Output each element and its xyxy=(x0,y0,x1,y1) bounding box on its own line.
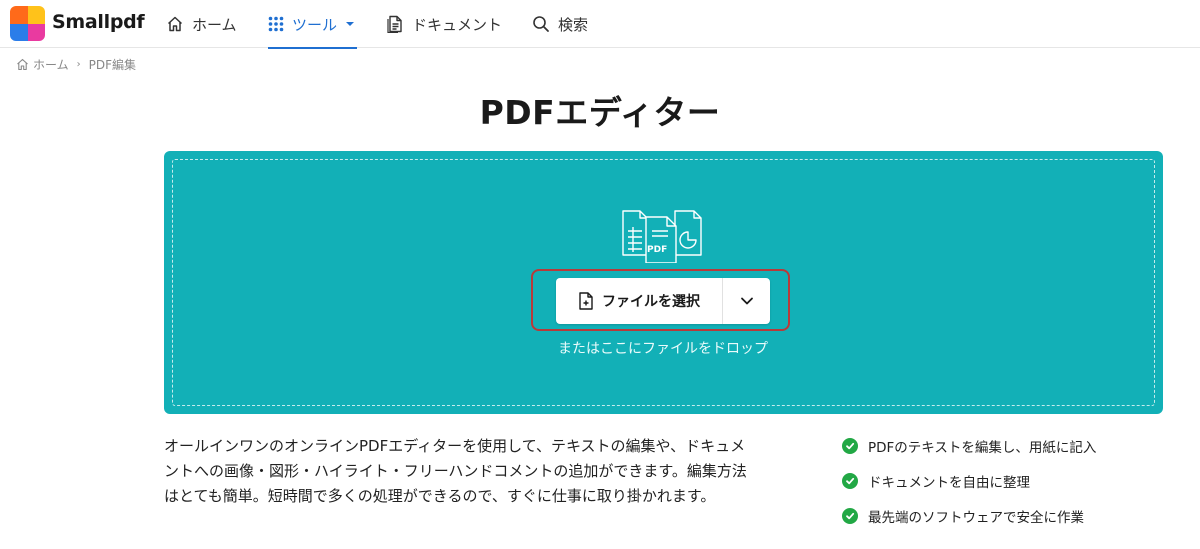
brand-name[interactable]: Smallpdf xyxy=(52,11,145,33)
breadcrumb-separator-icon: › xyxy=(76,59,81,70)
nav-documents-label: ドキュメント xyxy=(412,15,503,34)
active-tab-indicator xyxy=(268,47,358,49)
choose-file-button-group: ファイルを選択 xyxy=(556,278,770,324)
choose-file-options-button[interactable] xyxy=(723,278,770,324)
drop-hint: またはここにファイルをドロップ xyxy=(558,341,768,357)
page-title: PDFエディター xyxy=(479,93,721,132)
feature-label: 最先端のソフトウェアで安全に作業 xyxy=(868,510,1084,526)
check-circle-icon xyxy=(842,438,858,454)
check-circle-icon xyxy=(842,473,858,489)
nav-home[interactable]: ホーム xyxy=(166,0,237,48)
choose-file-button[interactable]: ファイルを選択 xyxy=(556,278,723,324)
chevron-down-icon xyxy=(740,297,753,305)
pdf-badge: PDF xyxy=(647,245,667,255)
nav-tools-label: ツール xyxy=(292,15,338,34)
nav-home-label: ホーム xyxy=(192,15,237,34)
breadcrumb-home[interactable]: ホーム xyxy=(33,56,69,73)
home-icon xyxy=(17,58,28,71)
feature-item: ドキュメントを自由に整理 xyxy=(842,471,1096,491)
nav-documents[interactable]: ドキュメント xyxy=(386,0,502,48)
feature-label: PDFのテキストを編集し、用紙に記入 xyxy=(868,440,1097,456)
home-icon xyxy=(167,16,183,32)
feature-item: PDFのテキストを編集し、用紙に記入 xyxy=(842,436,1096,456)
tool-description: オールインワンのオンラインPDFエディターを使用して、テキストの編集や、ドキュメ… xyxy=(164,437,747,505)
grid-icon xyxy=(268,16,284,32)
top-header: Smallpdf ホーム ツール ドキュメント 検索 xyxy=(0,0,1200,49)
file-types-icon: PDF xyxy=(622,210,702,263)
feature-list: PDFのテキストを編集し、用紙に記入 ドキュメントを自由に整理 最先端のソフトウ… xyxy=(842,436,1096,541)
nav-search-label: 検索 xyxy=(558,15,589,34)
breadcrumb-current: PDF編集 xyxy=(88,58,137,72)
nav-search[interactable]: 検索 xyxy=(532,0,588,48)
feature-item: 最先端のソフトウェアで安全に作業 xyxy=(842,506,1096,526)
breadcrumb: ホーム › PDF編集 xyxy=(16,56,136,73)
search-icon xyxy=(533,16,549,32)
add-file-icon xyxy=(579,292,593,310)
caret-down-icon xyxy=(346,22,355,26)
choose-file-label: ファイルを選択 xyxy=(602,294,700,310)
document-icon xyxy=(387,15,402,33)
nav-tools[interactable]: ツール xyxy=(268,0,358,49)
check-circle-icon xyxy=(842,508,858,524)
smallpdf-logo-icon[interactable] xyxy=(10,6,45,41)
feature-label: ドキュメントを自由に整理 xyxy=(868,475,1030,491)
